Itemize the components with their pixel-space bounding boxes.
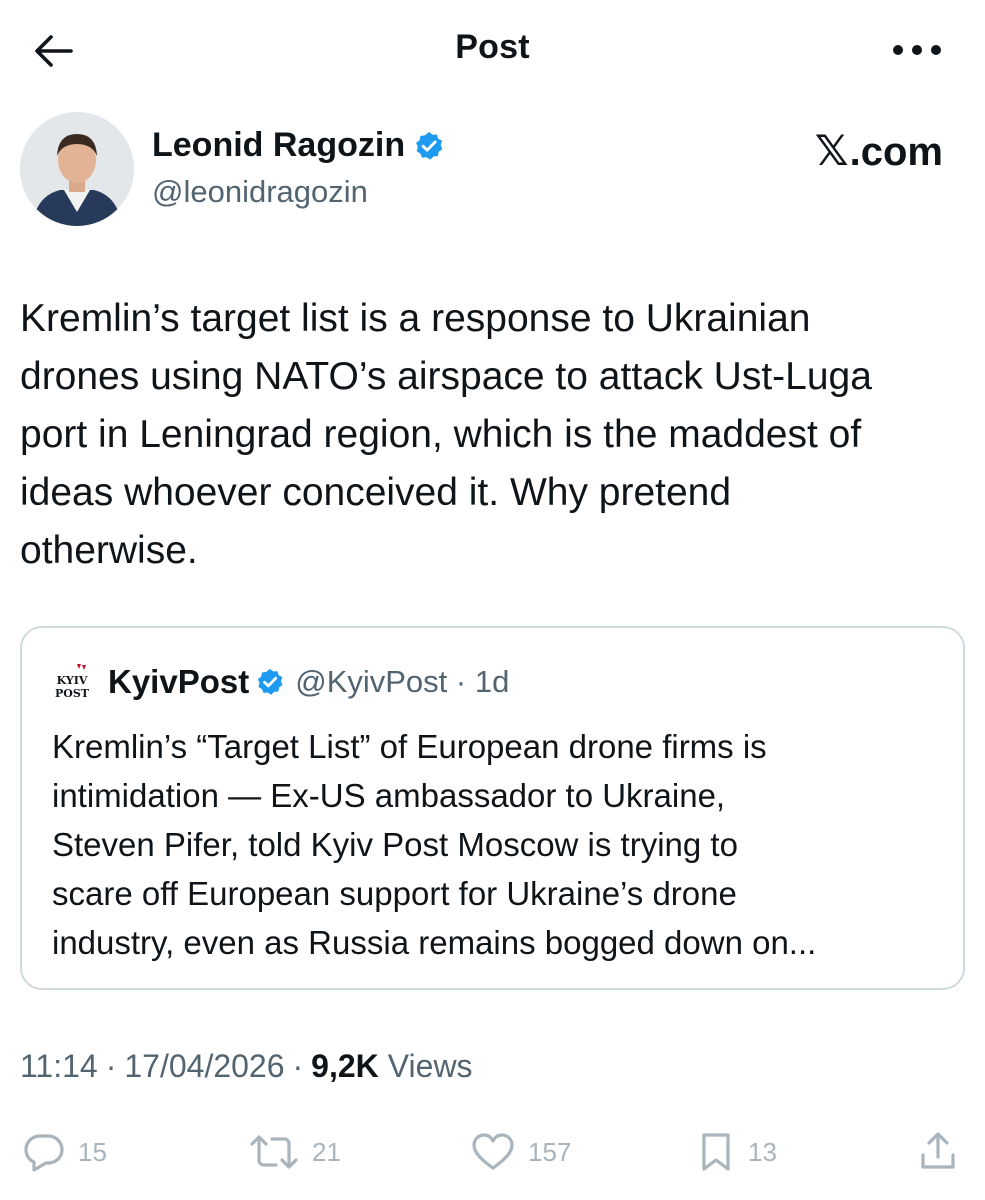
views-label: Views	[387, 1048, 473, 1084]
author-handle[interactable]: @leonidragozin	[152, 174, 368, 210]
post-actions: 15 21 157 13	[20, 1126, 965, 1178]
bookmark-icon	[702, 1133, 730, 1171]
quoted-author-handle-time[interactable]: @KyivPost · 1d	[295, 664, 509, 700]
post-author: Leonid Ragozin @leonidragozin 𝕏 .com	[20, 112, 965, 228]
post-text: Kremlin’s target list is a response to U…	[20, 297, 872, 572]
heart-icon	[472, 1133, 514, 1170]
bookmark-count: 13	[748, 1136, 777, 1167]
kyivpost-logo-top: KYIV	[57, 674, 88, 687]
share-button[interactable]	[918, 1126, 958, 1178]
reply-count: 15	[78, 1136, 107, 1167]
repost-button[interactable]: 21	[248, 1126, 341, 1178]
share-icon	[921, 1132, 955, 1169]
post-meta: 11:14 · 17/04/2026 · 9,2K Views	[20, 1048, 473, 1085]
kyivpost-logo-icon: KYIV POST	[55, 664, 90, 700]
verified-badge-icon	[258, 668, 283, 695]
top-bar: Post	[0, 0, 985, 100]
reply-icon	[24, 1134, 64, 1172]
post-time[interactable]: 11:14	[20, 1048, 98, 1085]
xcom-watermark: 𝕏 .com	[815, 126, 943, 175]
post-date[interactable]: 17/04/2026	[124, 1048, 284, 1085]
bookmark-button[interactable]: 13	[696, 1126, 777, 1178]
author-name-row: Leonid Ragozin	[152, 126, 445, 165]
xcom-suffix: .com	[849, 130, 943, 174]
avatar-photo	[20, 112, 134, 226]
quoted-author-name[interactable]: KyivPost	[108, 663, 249, 701]
x-logo-mark: 𝕏	[814, 126, 849, 175]
meta-separator: ·	[292, 1048, 304, 1084]
avatar[interactable]	[20, 112, 134, 226]
views-count: 9,2K	[311, 1048, 379, 1084]
kyivpost-logo-bottom: POST	[55, 687, 90, 700]
reply-button[interactable]: 15	[22, 1126, 107, 1178]
quoted-post-header: KYIV POST KyivPost @KyivPost · 1d	[52, 662, 509, 702]
repost-count: 21	[312, 1136, 341, 1167]
kyivpost-logo: KYIV POST	[52, 662, 92, 702]
quoted-post-text: Kremlin’s “Target List” of European dron…	[52, 728, 817, 961]
quoted-post-card[interactable]: KYIV POST KyivPost @KyivPost · 1d Kremli…	[20, 626, 965, 990]
like-count: 157	[528, 1136, 572, 1167]
verified-badge-icon	[416, 131, 443, 160]
like-button[interactable]: 157	[470, 1126, 571, 1178]
author-name[interactable]: Leonid Ragozin	[152, 126, 405, 165]
meta-separator: ·	[105, 1048, 117, 1084]
repost-icon	[250, 1135, 298, 1169]
more-horizontal-icon	[893, 45, 941, 55]
more-options-button[interactable]	[889, 32, 945, 68]
page-title: Post	[455, 28, 530, 66]
